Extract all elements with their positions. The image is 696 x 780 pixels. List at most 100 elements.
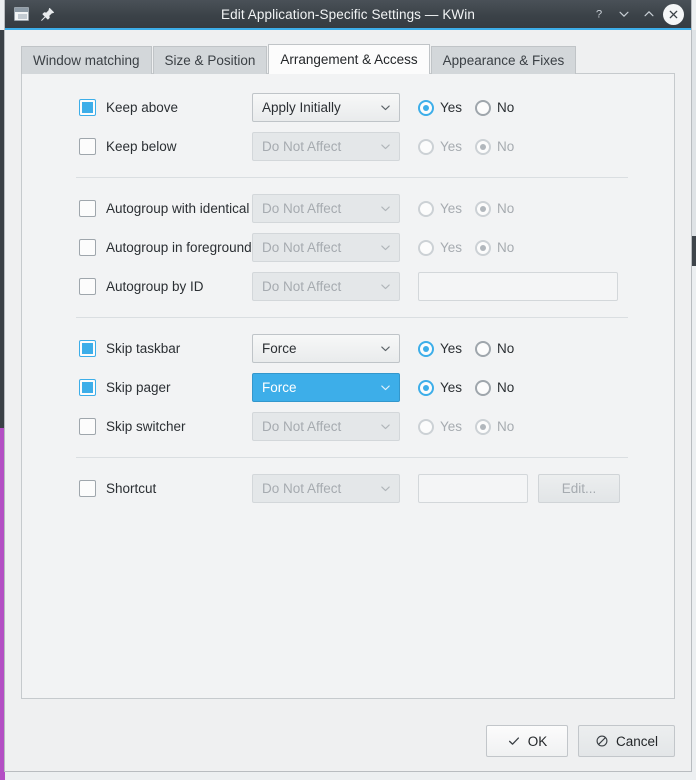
- skip-taskbar-checkbox-cell[interactable]: Skip taskbar: [32, 340, 252, 357]
- group-keep-order: Keep above Apply Initially Yes No Keep b…: [32, 88, 664, 166]
- tab-label: Size & Position: [164, 53, 256, 68]
- keep-below-radio-group: Yes No: [418, 138, 514, 155]
- radio-label: Yes: [440, 100, 463, 115]
- chevron-down-icon: [379, 241, 392, 254]
- radio-label: No: [497, 380, 515, 395]
- tab-size-position[interactable]: Size & Position: [152, 46, 268, 74]
- keep-above-policy-value: Apply Initially: [262, 100, 341, 115]
- separator: [76, 177, 628, 178]
- skip-taskbar-checkbox[interactable]: [79, 340, 96, 357]
- check-icon: [507, 734, 521, 748]
- keep-above-label: Keep above: [106, 100, 179, 115]
- radio-indicator: [418, 418, 434, 435]
- radio-indicator: [475, 379, 492, 396]
- tabbar: Window matching Size & Position Arrangem…: [21, 44, 675, 74]
- autogroup-byid-label: Autogroup by ID: [106, 279, 204, 294]
- ok-label: OK: [527, 733, 548, 749]
- row-autogroup-with-identical: Autogroup with identical Do Not Affect Y…: [32, 189, 664, 228]
- titlebar-window-controls: ?: [588, 3, 691, 25]
- chevron-down-icon[interactable]: [613, 3, 635, 25]
- tab-arrangement-access[interactable]: Arrangement & Access: [268, 44, 430, 74]
- tab-window-matching[interactable]: Window matching: [21, 46, 152, 74]
- keep-below-checkbox-cell[interactable]: Keep below: [32, 138, 252, 155]
- row-keep-below: Keep below Do Not Affect Yes No: [32, 127, 664, 166]
- skip-switcher-checkbox-cell[interactable]: Skip switcher: [32, 418, 252, 435]
- tab-label: Window matching: [33, 53, 140, 68]
- skip-pager-policy-value: Force: [262, 380, 297, 395]
- autogroup-foreground-checkbox[interactable]: [79, 239, 96, 256]
- radio-indicator: [418, 379, 434, 396]
- chevron-down-icon: [379, 140, 392, 153]
- autogroup-identical-radio-group: Yes No: [418, 200, 515, 217]
- chevron-down-icon: [379, 482, 392, 495]
- row-shortcut: Shortcut Do Not Affect Edit...: [32, 469, 664, 508]
- autogroup-identical-checkbox-cell[interactable]: Autogroup with identical: [32, 200, 252, 217]
- skip-switcher-checkbox[interactable]: [79, 418, 96, 435]
- pin-icon[interactable]: [39, 6, 56, 23]
- radio-indicator: [475, 418, 492, 435]
- help-icon[interactable]: ?: [588, 3, 610, 25]
- autogroup-foreground-checkbox-cell[interactable]: Autogroup in foreground: [32, 239, 252, 256]
- row-skip-pager: Skip pager Force Yes No: [32, 368, 664, 407]
- radio-label: No: [497, 341, 515, 356]
- autogroup-byid-checkbox[interactable]: [79, 278, 96, 295]
- skip-pager-radio-group: Yes No: [418, 379, 515, 396]
- skip-pager-radio-no[interactable]: No: [475, 379, 515, 396]
- titlebar-left-controls: [5, 6, 56, 23]
- cancel-button[interactable]: Cancel: [577, 725, 675, 757]
- autogroup-identical-radio-no: No: [475, 200, 515, 217]
- skip-pager-policy-select[interactable]: Force: [252, 373, 400, 402]
- keep-below-radio-yes: Yes: [418, 138, 462, 155]
- keep-below-checkbox[interactable]: [79, 138, 96, 155]
- close-icon[interactable]: [663, 3, 684, 25]
- skip-switcher-radio-group: Yes No: [418, 418, 515, 435]
- radio-label: Yes: [440, 419, 463, 434]
- row-skip-switcher: Skip switcher Do Not Affect Yes No: [32, 407, 664, 446]
- shortcut-input[interactable]: [418, 474, 528, 503]
- skip-switcher-radio-yes: Yes: [418, 418, 463, 435]
- keep-above-radio-group: Yes No: [418, 99, 514, 116]
- ok-button[interactable]: OK: [485, 725, 568, 757]
- autogroup-identical-policy-value: Do Not Affect: [262, 201, 342, 216]
- svg-text:?: ?: [596, 9, 602, 21]
- autogroup-identical-checkbox[interactable]: [79, 200, 96, 217]
- autogroup-identical-radio-yes: Yes: [418, 200, 462, 217]
- autogroup-byid-policy-select: Do Not Affect: [252, 272, 400, 301]
- window-icon[interactable]: [13, 6, 30, 23]
- keep-below-label: Keep below: [106, 139, 177, 154]
- autogroup-byid-input[interactable]: [418, 272, 618, 301]
- keep-above-policy-select[interactable]: Apply Initially: [252, 93, 400, 122]
- row-keep-above: Keep above Apply Initially Yes No: [32, 88, 664, 127]
- skip-pager-checkbox-cell[interactable]: Skip pager: [32, 379, 252, 396]
- keep-below-policy-value: Do Not Affect: [262, 139, 342, 154]
- tab-appearance-fixes[interactable]: Appearance & Fixes: [430, 46, 577, 74]
- skip-pager-radio-yes[interactable]: Yes: [418, 379, 462, 396]
- radio-label: Yes: [440, 341, 463, 356]
- chevron-up-icon[interactable]: [638, 3, 660, 25]
- radio-indicator: [475, 239, 492, 256]
- skip-taskbar-radio-yes[interactable]: Yes: [418, 340, 463, 357]
- keep-below-radio-no: No: [475, 138, 514, 155]
- separator: [76, 457, 628, 458]
- shortcut-checkbox-cell[interactable]: Shortcut: [32, 480, 252, 497]
- shortcut-label: Shortcut: [106, 481, 157, 496]
- radio-label: No: [497, 201, 515, 216]
- skip-switcher-policy-value: Do Not Affect: [262, 419, 342, 434]
- chevron-down-icon: [379, 420, 392, 433]
- titlebar[interactable]: Edit Application-Specific Settings — KWi…: [5, 0, 691, 30]
- keep-above-checkbox[interactable]: [79, 99, 96, 116]
- autogroup-foreground-radio-yes: Yes: [418, 239, 462, 256]
- autogroup-byid-checkbox-cell[interactable]: Autogroup by ID: [32, 278, 252, 295]
- skip-taskbar-policy-select[interactable]: Force: [252, 334, 400, 363]
- skip-pager-checkbox[interactable]: [79, 379, 96, 396]
- shortcut-policy-value: Do Not Affect: [262, 481, 342, 496]
- keep-above-radio-no[interactable]: No: [475, 99, 514, 116]
- radio-label: No: [497, 419, 515, 434]
- keep-above-radio-yes[interactable]: Yes: [418, 99, 463, 116]
- autogroup-foreground-policy-value: Do Not Affect: [262, 240, 342, 255]
- tab-content-arrangement-access: Keep above Apply Initially Yes No Keep b…: [21, 73, 675, 699]
- keep-above-checkbox-cell[interactable]: Keep above: [32, 99, 252, 116]
- row-skip-taskbar: Skip taskbar Force Yes No: [32, 329, 664, 368]
- skip-taskbar-radio-no[interactable]: No: [475, 340, 515, 357]
- shortcut-checkbox[interactable]: [79, 480, 96, 497]
